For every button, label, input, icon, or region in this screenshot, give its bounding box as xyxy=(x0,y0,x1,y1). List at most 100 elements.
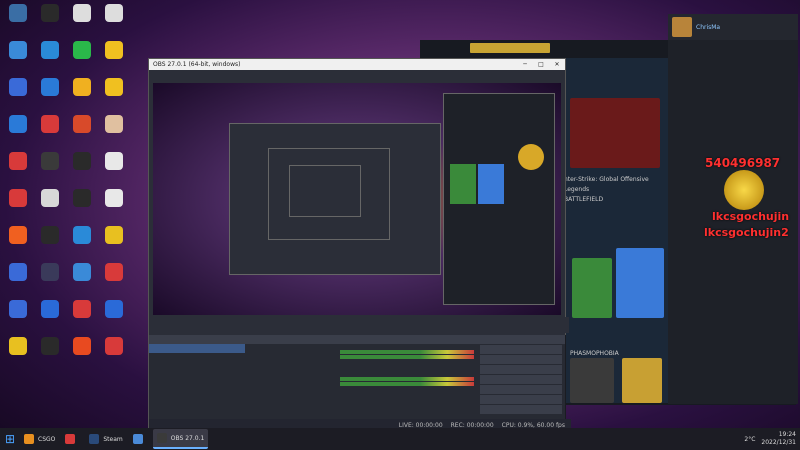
sources-header xyxy=(245,335,337,344)
desktop-icon[interactable] xyxy=(98,152,130,189)
desktop-icon[interactable] xyxy=(66,263,98,300)
desktop-icon[interactable] xyxy=(66,41,98,78)
virtual-camera-button[interactable] xyxy=(480,365,562,374)
taskbar: ⊞ CSGO Steam OBS 27.0.1 2°C 19:24 2022/12/… xyxy=(0,428,800,450)
desktop-icon[interactable] xyxy=(2,226,34,263)
taskbar-app-icon xyxy=(24,434,34,444)
steam-game-tile[interactable] xyxy=(622,358,662,403)
audio-meter xyxy=(340,377,474,381)
source-item[interactable] xyxy=(245,362,337,371)
desktop-icon[interactable] xyxy=(34,78,66,115)
taskbar-item[interactable] xyxy=(61,430,83,448)
taskbar-item[interactable]: Steam xyxy=(85,430,126,448)
steam-game-tile[interactable] xyxy=(570,98,660,168)
source-item[interactable] xyxy=(245,371,337,380)
source-item[interactable] xyxy=(245,398,337,407)
obs-preview[interactable] xyxy=(153,83,561,315)
source-item[interactable] xyxy=(245,389,337,398)
desktop-icon[interactable] xyxy=(34,263,66,300)
controls-header xyxy=(477,335,565,344)
source-item[interactable] xyxy=(245,344,337,353)
taskbar-items: CSGO Steam OBS 27.0.1 xyxy=(20,429,210,449)
desktop-icon[interactable] xyxy=(2,337,34,374)
app-icon xyxy=(73,78,91,96)
taskbar-item[interactable] xyxy=(129,430,151,448)
steam-install-button[interactable] xyxy=(470,43,550,53)
scene-transitions-button[interactable] xyxy=(480,405,562,414)
source-item[interactable] xyxy=(245,353,337,362)
desktop-icon[interactable] xyxy=(98,300,130,337)
exit-button[interactable] xyxy=(480,395,562,404)
desktop-icon[interactable] xyxy=(98,78,130,115)
scene-item[interactable] xyxy=(149,353,245,362)
desktop-icon[interactable] xyxy=(66,300,98,337)
app-icon xyxy=(105,263,123,281)
windows-start-icon[interactable]: ⊞ xyxy=(0,428,20,450)
taskbar-item[interactable]: OBS 27.0.1 xyxy=(152,429,209,449)
app-icon xyxy=(9,41,27,59)
desktop-icon[interactable] xyxy=(66,226,98,263)
start-streaming-button[interactable] xyxy=(480,345,562,354)
desktop-icon[interactable] xyxy=(98,226,130,263)
close-icon[interactable]: ✕ xyxy=(549,61,565,68)
desktop-icon[interactable] xyxy=(34,4,66,41)
app-icon xyxy=(73,263,91,281)
desktop-icon[interactable] xyxy=(66,78,98,115)
desktop-icon[interactable] xyxy=(98,41,130,78)
app-icon xyxy=(41,263,59,281)
desktop-icon[interactable] xyxy=(2,41,34,78)
source-item[interactable] xyxy=(245,380,337,389)
steam-friends-panel[interactable]: ChrisMa xyxy=(668,14,798,404)
steam-game-title: Legends xyxy=(564,186,590,193)
desktop-icon[interactable] xyxy=(2,263,34,300)
desktop-icon[interactable] xyxy=(2,115,34,152)
sources-dock xyxy=(245,335,338,431)
desktop-icon[interactable] xyxy=(98,115,130,152)
minimize-icon[interactable]: ─ xyxy=(517,61,533,68)
desktop-icon[interactable] xyxy=(66,115,98,152)
steam-game-tile[interactable] xyxy=(572,258,612,318)
desktop-icon[interactable] xyxy=(66,4,98,41)
audio-meter xyxy=(340,355,474,359)
desktop-icon[interactable] xyxy=(2,78,34,115)
desktop-icon[interactable] xyxy=(2,300,34,337)
start-recording-button[interactable] xyxy=(480,355,562,364)
desktop-icon[interactable] xyxy=(34,300,66,337)
overlay-text: lkcsgochujin xyxy=(712,210,790,223)
nested-steam-window xyxy=(443,93,555,305)
source-item[interactable] xyxy=(245,407,337,416)
obs-window[interactable]: OBS 27.0.1 (64-bit, windows) ─ □ ✕ LIVE:… xyxy=(148,58,571,432)
overlay-text: 540496987 xyxy=(705,156,781,170)
desktop-icon[interactable] xyxy=(66,189,98,226)
steam-game-tile[interactable] xyxy=(570,358,614,403)
desktop-icon[interactable] xyxy=(98,4,130,41)
steam-game-tile[interactable] xyxy=(616,248,664,318)
desktop-icon[interactable] xyxy=(34,226,66,263)
desktop-icon[interactable] xyxy=(2,189,34,226)
app-icon xyxy=(9,115,27,133)
desktop-icon[interactable] xyxy=(66,337,98,374)
taskbar-item-label: Steam xyxy=(103,435,123,443)
app-icon xyxy=(105,152,123,170)
desktop-icon[interactable] xyxy=(34,41,66,78)
app-icon xyxy=(73,115,91,133)
maximize-icon[interactable]: □ xyxy=(533,61,549,68)
app-icon xyxy=(9,4,27,22)
desktop-icon[interactable] xyxy=(34,152,66,189)
desktop-icon[interactable] xyxy=(98,263,130,300)
desktop-icon[interactable] xyxy=(34,189,66,226)
desktop-icon[interactable] xyxy=(2,152,34,189)
studio-mode-button[interactable] xyxy=(480,375,562,384)
desktop-icon[interactable] xyxy=(2,4,34,41)
friends-header: ChrisMa xyxy=(668,14,798,40)
clock[interactable]: 19:24 2022/12/31 xyxy=(761,431,796,447)
desktop-icon[interactable] xyxy=(98,337,130,374)
desktop-icon[interactable] xyxy=(34,337,66,374)
settings-button[interactable] xyxy=(480,385,562,394)
app-icon xyxy=(73,152,91,170)
taskbar-item[interactable]: CSGO xyxy=(20,430,59,448)
scene-item[interactable] xyxy=(149,344,245,353)
desktop-icon[interactable] xyxy=(98,189,130,226)
desktop-icon[interactable] xyxy=(34,115,66,152)
desktop-icon[interactable] xyxy=(66,152,98,189)
